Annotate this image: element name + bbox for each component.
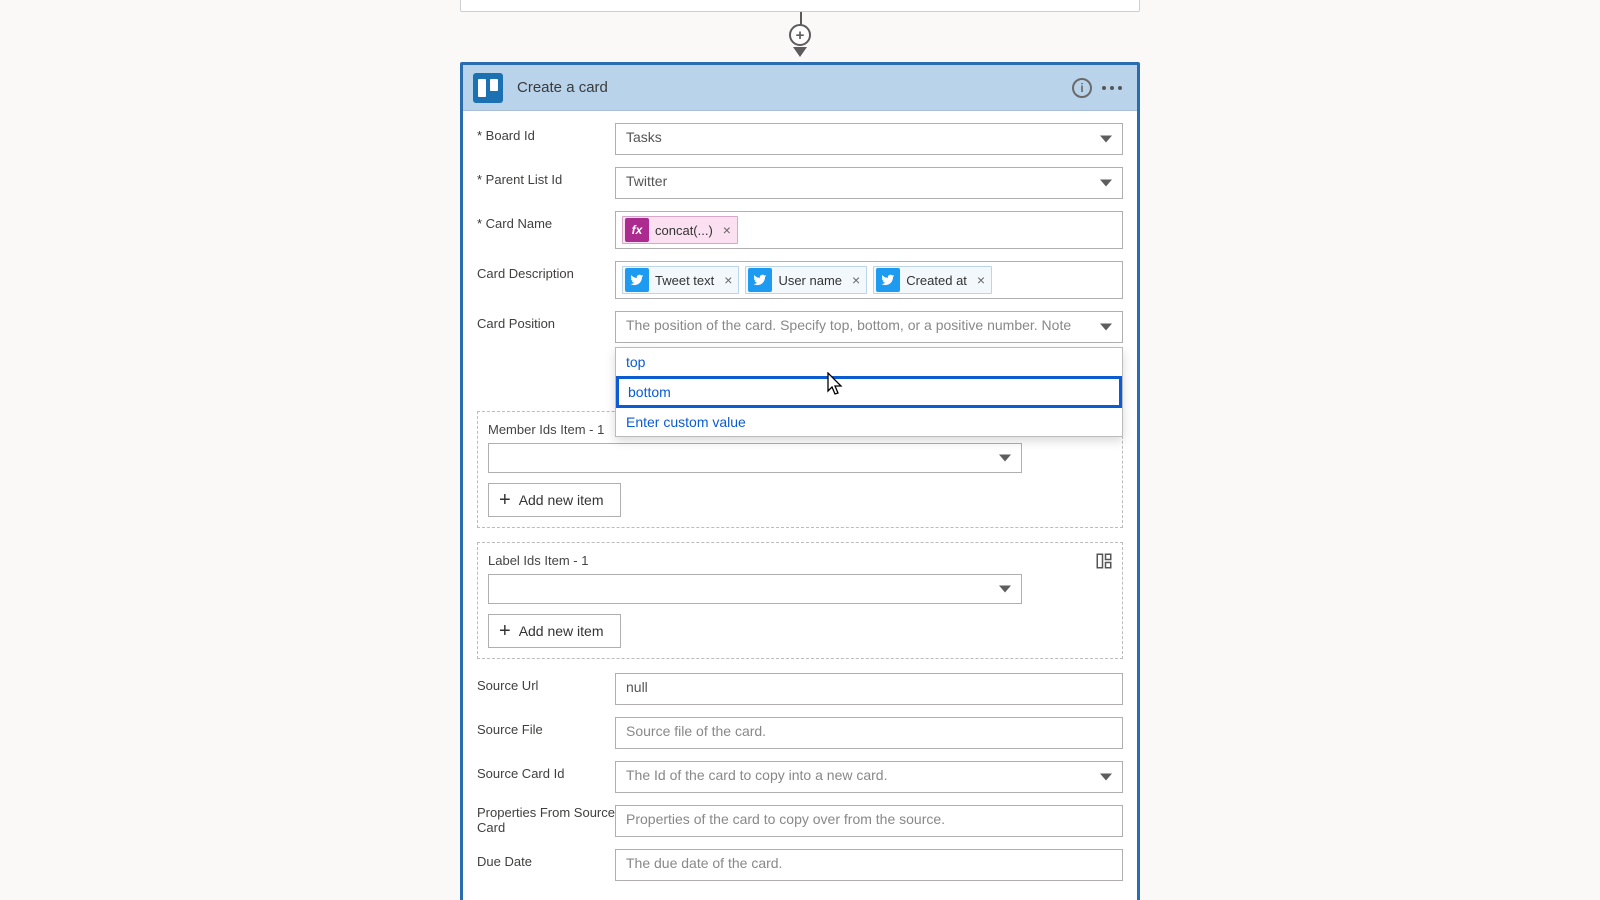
plus-icon: + [499, 621, 511, 641]
remove-token-button[interactable]: × [718, 272, 738, 288]
source-card-id-placeholder: The Id of the card to copy into a new ca… [626, 767, 887, 783]
more-button[interactable] [1097, 73, 1127, 103]
option-enter-custom-value[interactable]: Enter custom value [616, 408, 1122, 436]
card-position-placeholder: The position of the card. Specify top, b… [626, 317, 1071, 333]
remove-token-button[interactable]: × [846, 272, 866, 288]
action-card-create-card: Create a card i Board Id Tasks Parent Li… [460, 62, 1140, 900]
source-file-input[interactable]: Source file of the card. [615, 717, 1123, 749]
board-id-value: Tasks [626, 129, 662, 145]
token-label: User name [778, 273, 846, 288]
parent-list-id-value: Twitter [626, 173, 667, 189]
source-url-value: null [626, 679, 648, 695]
flow-arrow-icon [793, 47, 807, 57]
source-file-placeholder: Source file of the card. [626, 723, 766, 739]
chevron-down-icon [1100, 136, 1112, 143]
token-label: Created at [906, 273, 971, 288]
switch-array-mode-button[interactable] [1094, 551, 1114, 571]
member-ids-item-select[interactable] [488, 443, 1022, 473]
token-user-name[interactable]: User name × [745, 266, 867, 294]
card-description-input[interactable]: Tweet text × User name × [615, 261, 1123, 299]
props-from-source-input[interactable]: Properties of the card to copy over from… [615, 805, 1123, 837]
token-created-at[interactable]: Created at × [873, 266, 992, 294]
add-member-id-button[interactable]: + Add new item [488, 483, 621, 517]
label-ids-label: Label Ids Item - 1 [488, 553, 1112, 568]
chevron-down-icon [1100, 324, 1112, 331]
card-title: Create a card [517, 79, 1067, 96]
card-name-input[interactable]: fx concat(...) × [615, 211, 1123, 249]
label-source-url: Source Url [477, 673, 615, 693]
twitter-icon [748, 268, 772, 292]
label-source-card-id: Source Card Id [477, 761, 615, 781]
parent-list-id-select[interactable]: Twitter [615, 167, 1123, 199]
add-label-id-button[interactable]: + Add new item [488, 614, 621, 648]
source-url-input[interactable]: null [615, 673, 1123, 705]
board-id-select[interactable]: Tasks [615, 123, 1123, 155]
card-position-select[interactable]: The position of the card. Specify top, b… [615, 311, 1123, 343]
card-header[interactable]: Create a card i [463, 65, 1137, 111]
option-top[interactable]: top [616, 348, 1122, 376]
remove-token-button[interactable]: × [717, 222, 737, 238]
add-button-label: Add new item [519, 623, 604, 639]
chevron-down-icon [1100, 774, 1112, 781]
chevron-down-icon [999, 455, 1011, 462]
label-ids-group: Label Ids Item - 1 + Add new item [477, 542, 1123, 659]
chevron-down-icon [999, 586, 1011, 593]
card-position-dropdown: top bottom Enter custom value [615, 347, 1123, 437]
label-card-name: Card Name [477, 211, 615, 231]
chevron-down-icon [1100, 180, 1112, 187]
label-ids-item-select[interactable] [488, 574, 1022, 604]
option-bottom[interactable]: bottom [616, 376, 1122, 408]
label-card-position: Card Position [477, 311, 615, 331]
label-card-description: Card Description [477, 261, 615, 281]
trello-icon [473, 73, 503, 103]
label-source-file: Source File [477, 717, 615, 737]
fx-icon: fx [625, 218, 649, 242]
previous-step-card[interactable] [460, 0, 1140, 12]
due-date-input[interactable]: The due date of the card. [615, 849, 1123, 881]
plus-icon: + [499, 490, 511, 510]
twitter-icon [625, 268, 649, 292]
twitter-icon [876, 268, 900, 292]
info-button[interactable]: i [1067, 73, 1097, 103]
label-board-id: Board Id [477, 123, 615, 143]
token-tweet-text[interactable]: Tweet text × [622, 266, 739, 294]
add-button-label: Add new item [519, 492, 604, 508]
label-due-date: Due Date [477, 849, 615, 869]
fx-token-label: concat(...) [655, 223, 717, 238]
add-step-button[interactable]: + [789, 24, 811, 46]
info-icon: i [1072, 78, 1092, 98]
label-parent-list-id: Parent List Id [477, 167, 615, 187]
due-date-placeholder: The due date of the card. [626, 855, 782, 871]
token-label: Tweet text [655, 273, 718, 288]
remove-token-button[interactable]: × [971, 272, 991, 288]
props-from-source-placeholder: Properties of the card to copy over from… [626, 811, 945, 827]
fx-token-concat[interactable]: fx concat(...) × [622, 216, 738, 244]
label-props-from-source: Properties From Source Card [477, 805, 615, 835]
source-card-id-select[interactable]: The Id of the card to copy into a new ca… [615, 761, 1123, 793]
